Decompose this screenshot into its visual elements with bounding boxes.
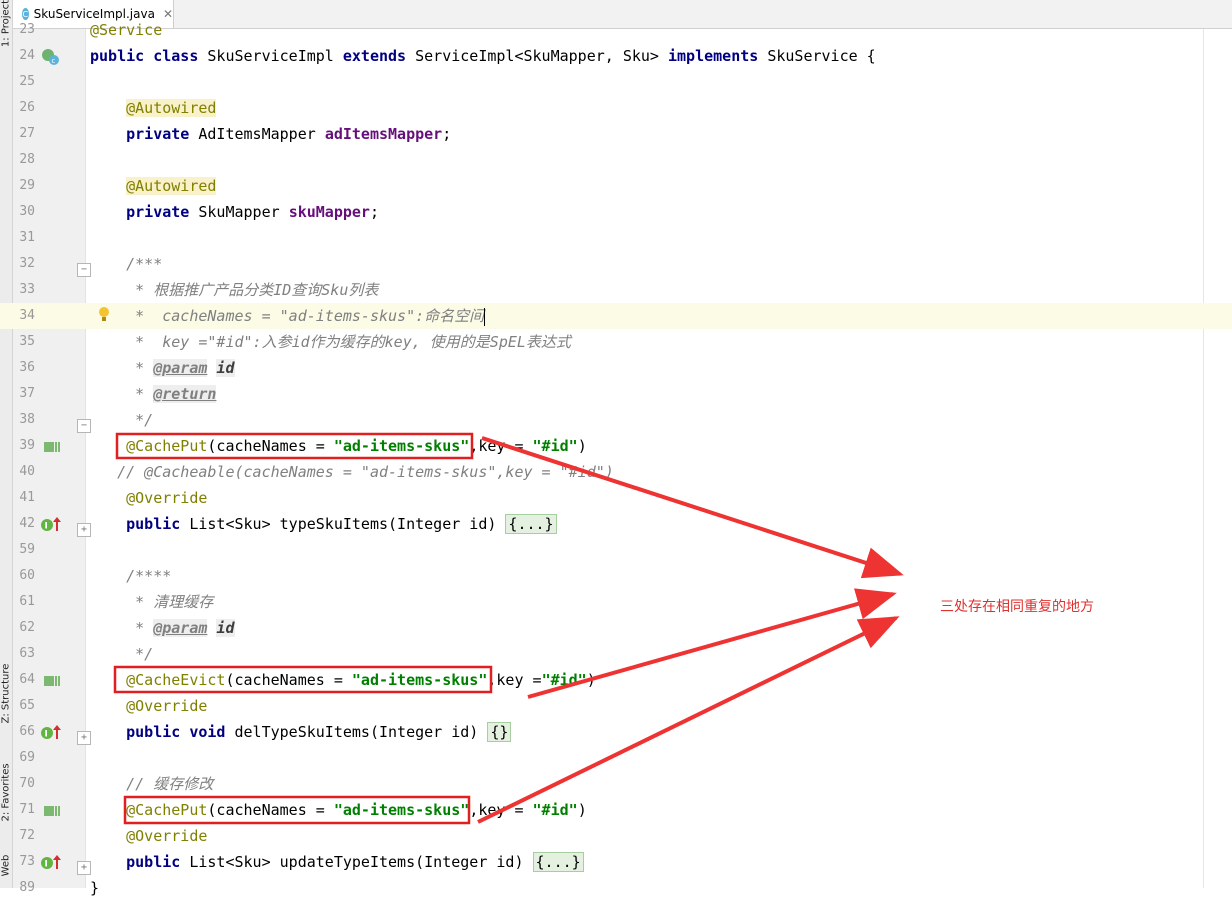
highlight-box-cacheput-71 [123, 795, 471, 825]
arrow-from-line-39 [481, 436, 904, 579]
highlight-box-cacheevict-64 [113, 665, 493, 694]
highlight-box-cacheput-39 [115, 432, 474, 460]
arrow-from-line-71 [477, 616, 900, 824]
annotation-overlay [113, 432, 904, 825]
